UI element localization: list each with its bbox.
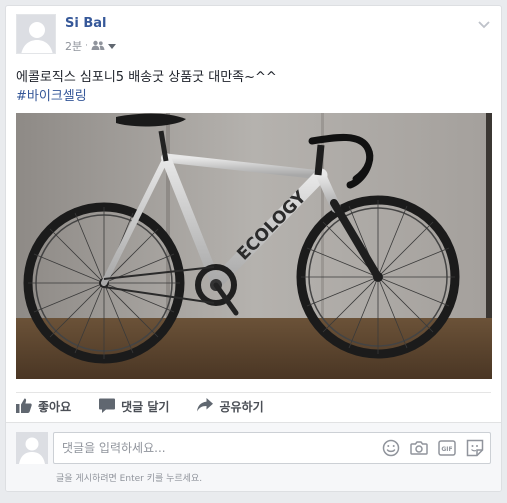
smiley-icon[interactable] xyxy=(382,439,400,457)
speech-bubble-icon xyxy=(99,398,116,416)
viewer-avatar xyxy=(16,432,48,464)
camera-icon[interactable] xyxy=(410,439,428,457)
thumbs-up-icon xyxy=(16,398,32,416)
comment-input[interactable] xyxy=(62,433,362,463)
audience-caret-icon[interactable] xyxy=(108,40,116,53)
composer-icons: GIF xyxy=(382,439,484,457)
chevron-down-icon[interactable] xyxy=(477,16,491,29)
separator: · xyxy=(85,41,88,51)
author-name[interactable]: Si Bal xyxy=(65,16,106,31)
post-time[interactable]: 2분 xyxy=(65,38,82,54)
like-label: 좋아요 xyxy=(38,400,72,414)
svg-text:GIF: GIF xyxy=(441,446,452,453)
gif-icon[interactable]: GIF xyxy=(438,439,456,457)
share-label: 공유하기 xyxy=(219,400,264,414)
sticker-icon[interactable] xyxy=(466,439,484,457)
post-text: 에콜로직스 심포니5 배송굿 상품굿 대만족~^^ #바이크셀링 xyxy=(16,68,491,106)
action-bar: 좋아요 댓글 달기 공유하기 xyxy=(16,392,491,420)
share-arrow-icon xyxy=(197,398,214,415)
post-card: Si Bal 2분 · 에콜로직스 심포니5 배송굿 상품굿 대만족~^^ #바… xyxy=(5,5,502,492)
author-avatar[interactable] xyxy=(16,14,56,54)
comment-label: 댓글 달기 xyxy=(121,400,170,414)
comment-button[interactable]: 댓글 달기 xyxy=(99,398,169,416)
post-body: 에콜로직스 심포니5 배송굿 상품굿 대만족~^^ xyxy=(16,70,277,85)
hashtag-link[interactable]: #바이크셀링 xyxy=(16,87,491,106)
like-button[interactable]: 좋아요 xyxy=(16,398,71,416)
post-photo[interactable]: ECOLOGY xyxy=(16,113,492,379)
post-header: Si Bal 2분 · xyxy=(16,14,491,58)
comment-box: GIF xyxy=(53,432,491,464)
post-meta: 2분 · xyxy=(65,38,116,54)
share-button[interactable]: 공유하기 xyxy=(197,398,264,415)
comment-composer: GIF 글을 게시하려면 Enter 키를 누르세요. xyxy=(6,422,501,491)
enter-to-post-hint: 글을 게시하려면 Enter 키를 누르세요. xyxy=(56,474,203,484)
friends-icon[interactable] xyxy=(91,40,105,53)
